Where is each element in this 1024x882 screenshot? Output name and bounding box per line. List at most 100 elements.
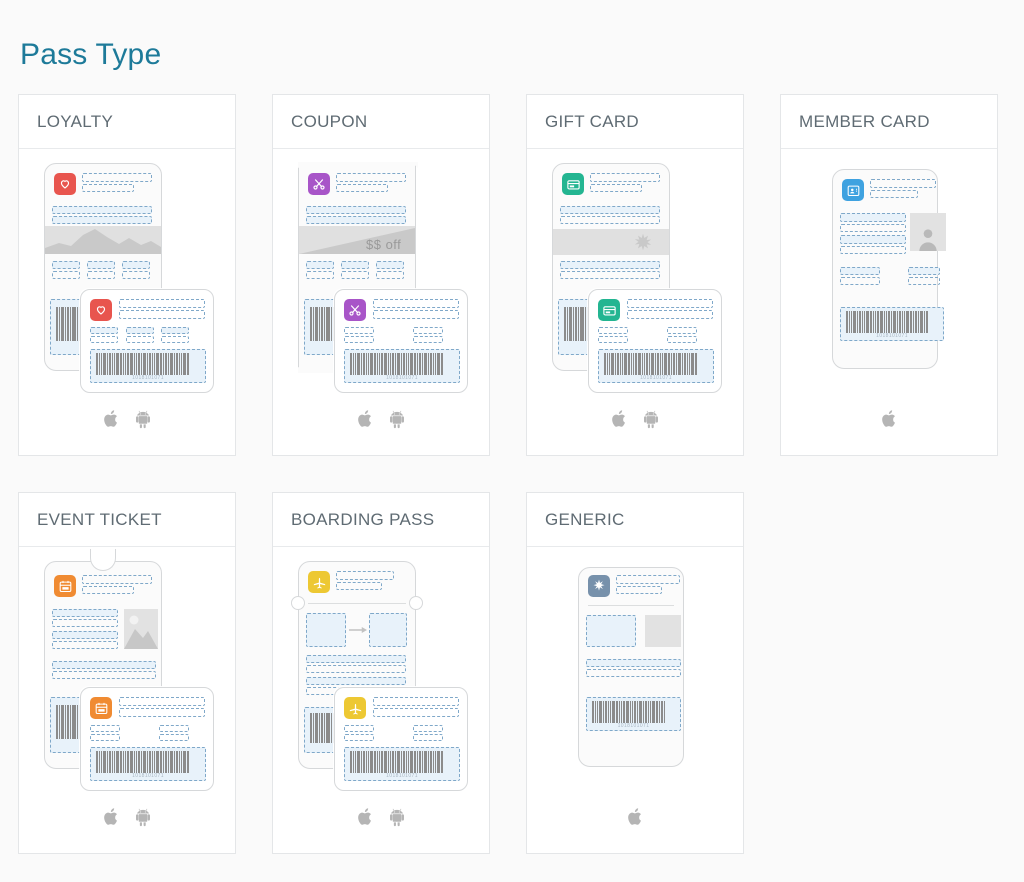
card-title: BOARDING PASS [291, 509, 435, 529]
barcode [592, 701, 676, 723]
credit-card-icon [562, 173, 584, 195]
card-body: 1018101071 [273, 547, 489, 853]
apple-logo-icon [881, 410, 895, 427]
perforation-line [308, 603, 406, 604]
card-header: COUPON [273, 95, 489, 149]
card-header: BOARDING PASS [273, 493, 489, 547]
card-title: LOYALTY [37, 111, 114, 131]
strip-image-placeholder [553, 229, 669, 255]
heart-icon [54, 173, 76, 195]
card-title: EVENT TICKET [37, 509, 162, 529]
platform-support [527, 807, 743, 827]
card-title: GENERIC [545, 509, 625, 529]
barcode-caption: 1018101071 [640, 375, 672, 381]
credit-card-icon [598, 299, 620, 321]
gift-card-pass-illustration: 1018101071 [542, 163, 728, 399]
ticket-notch-right [409, 596, 423, 610]
id-badge-icon [842, 179, 864, 201]
card-header: EVENT TICKET [19, 493, 235, 547]
barcode [310, 307, 336, 341]
pass-type-card-loyalty[interactable]: LOYALTY 1018101071 [18, 94, 236, 456]
android-logo-icon [389, 410, 404, 429]
barcode [56, 307, 82, 341]
member-card-pass-illustration: 1018101071 [796, 163, 982, 399]
strip-image-placeholder [45, 226, 161, 254]
card-header: GENERIC [527, 493, 743, 547]
platform-support [273, 807, 489, 827]
boarding-pass-illustration: 1018101071 [288, 561, 474, 797]
barcode [350, 353, 454, 375]
card-body: 1018101071 [781, 149, 997, 455]
android-logo-icon [135, 808, 150, 827]
card-title: GIFT CARD [545, 111, 640, 131]
apple-logo-icon [611, 410, 625, 427]
card-title: MEMBER CARD [799, 111, 930, 131]
loyalty-pass-illustration: 1018101071 [34, 163, 220, 399]
apple-logo-icon [103, 808, 117, 825]
barcode [604, 353, 708, 375]
pass-type-card-member-card[interactable]: MEMBER CARD 1018101071 [780, 94, 998, 456]
barcode-caption: 1018101071 [876, 333, 908, 339]
card-body: $$ off 1018101071 [273, 149, 489, 455]
coupon-pass-illustration: $$ off 1018101071 [288, 162, 474, 399]
pass-type-card-generic[interactable]: GENERIC 1018101071 [526, 492, 744, 854]
event-ticket-pass-illustration: 1018101071 [34, 549, 220, 797]
heart-icon [90, 299, 112, 321]
barcode-caption: 1018101071 [132, 375, 164, 381]
apple-logo-icon [103, 410, 117, 427]
apple-logo-icon [627, 808, 641, 825]
barcode-caption: 1018101071 [617, 723, 650, 729]
card-body: 1018101071 [527, 547, 743, 853]
pass-type-page: Pass Type LOYALTY 1018101071 COUPON $$ o… [0, 0, 1024, 854]
card-header: MEMBER CARD [781, 95, 997, 149]
pass-type-card-event-ticket[interactable]: EVENT TICKET 1018101071 [18, 492, 236, 854]
calendar-icon [54, 575, 76, 597]
barcode-caption: 1018101071 [132, 773, 164, 779]
discount-label: $$ off [366, 237, 402, 252]
barcode [56, 705, 82, 739]
apple-logo-icon [357, 410, 371, 427]
platform-support [19, 409, 235, 429]
barcode [564, 307, 590, 341]
barcode [350, 751, 454, 773]
card-body: 1018101071 [19, 149, 235, 455]
android-logo-icon [389, 808, 404, 827]
barcode [96, 353, 200, 375]
barcode-caption: 1018101071 [386, 773, 418, 779]
card-body: 1018101071 [19, 547, 235, 853]
airplane-icon [344, 697, 366, 719]
apple-logo-icon [357, 808, 371, 825]
asterisk-icon [588, 575, 610, 597]
platform-support [527, 409, 743, 429]
divider-line [588, 605, 674, 606]
barcode [310, 713, 336, 743]
avatar-placeholder [910, 213, 946, 251]
torn-edge-top [298, 162, 418, 169]
generic-pass-illustration: 1018101071 [542, 561, 728, 797]
barcode [846, 311, 938, 333]
platform-support [781, 409, 997, 429]
android-logo-icon [135, 410, 150, 429]
card-header: GIFT CARD [527, 95, 743, 149]
card-body: 1018101071 [527, 149, 743, 455]
pass-type-card-gift-card[interactable]: GIFT CARD 1018101071 [526, 94, 744, 456]
card-header: LOYALTY [19, 95, 235, 149]
barcode-caption: 1018101071 [386, 375, 418, 381]
card-title: COUPON [291, 111, 368, 131]
scissors-icon [344, 299, 366, 321]
pass-type-card-coupon[interactable]: COUPON $$ off 1018101071 [272, 94, 490, 456]
barcode [96, 751, 200, 773]
platform-support [19, 807, 235, 827]
airplane-icon [308, 571, 330, 593]
android-logo-icon [643, 410, 658, 429]
pass-type-grid: LOYALTY 1018101071 COUPON $$ off 1018101… [18, 94, 1024, 854]
pass-front [578, 567, 684, 767]
calendar-icon [90, 697, 112, 719]
arrow-right-icon [349, 627, 367, 633]
scissors-icon [308, 173, 330, 195]
platform-support [273, 409, 489, 429]
ticket-notch-left [291, 596, 305, 610]
pass-type-card-boarding-pass[interactable]: BOARDING PASS 1018101071 [272, 492, 490, 854]
page-title: Pass Type [20, 38, 162, 71]
photo-placeholder [124, 609, 158, 649]
